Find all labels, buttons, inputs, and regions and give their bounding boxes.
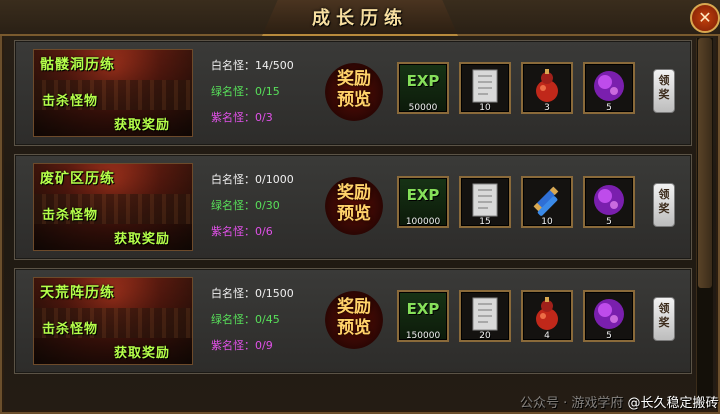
purple-monster-count: 紫名怪：0/6 [211,225,273,238]
reward-count: 50000 [408,103,438,113]
window-title: 成长历练 [312,8,408,29]
scrollbar[interactable] [696,38,713,408]
reward-slot-scroll[interactable]: 15 [459,176,511,228]
trial-banner: 骷髅洞历练 击杀怪物 获取奖励 [33,49,193,137]
purple-monster-count: 紫名怪：0/3 [211,111,273,124]
reward-slot-orb[interactable]: 5 [583,290,635,342]
reward-slot-scroll[interactable]: 20 [459,290,511,342]
trial-banner: 天荒阵历练 击杀怪物 获取奖励 [33,277,193,365]
reward-preview-label: 奖励 预览 [337,183,371,224]
trial-kill-text: 击杀怪物 [42,94,99,109]
exp-icon: EXP [406,186,440,204]
trial-kill-text: 击杀怪物 [42,322,99,337]
trial-row-2: 废矿区历练 击杀怪物 获取奖励 白名怪：0/1000 绿名怪：0/30 紫名怪：… [14,154,692,260]
reward-slot-orb[interactable]: 5 [583,62,635,114]
watermark: 公众号 · 游戏学府 @长久稳定搬砖 [520,392,720,411]
growth-trial-window: 成长历练 ✕ 骷髅洞历练 击杀怪物 获取奖励 白名怪：14/500 绿名怪：0/… [0,0,720,414]
title-bar: 成长历练 ✕ [0,0,720,36]
scrollbar-thumb[interactable] [698,38,712,288]
claim-reward-button[interactable]: 领奖 [653,183,675,227]
reward-count: 4 [544,331,550,341]
purple-monster-count: 紫名怪：0/9 [211,339,273,352]
reward-preview-button[interactable]: 奖励 预览 [325,177,383,235]
reward-slot-potion[interactable]: 3 [521,62,573,114]
white-monster-count: 白名怪：0/1000 [211,173,294,186]
reward-slot-potion[interactable]: 4 [521,290,573,342]
exp-icon: EXP [406,72,440,90]
trial-reward-text: 获取奖励 [114,118,171,133]
reward-count: 150000 [405,331,441,341]
exp-icon: EXP [406,300,440,318]
reward-slot-exp[interactable]: EXP 100000 [397,176,449,228]
claim-reward-button[interactable]: 领奖 [653,297,675,341]
trial-name: 骷髅洞历练 [40,57,115,73]
reward-count: 5 [606,103,612,113]
watermark-account: 公众号 · 游戏学府 [520,396,624,411]
green-monster-count: 绿名怪：0/15 [211,85,280,98]
reward-count: 3 [544,103,550,113]
trial-row-3: 天荒阵历练 击杀怪物 获取奖励 白名怪：0/1500 绿名怪：0/45 紫名怪：… [14,268,692,374]
green-monster-count: 绿名怪：0/45 [211,313,280,326]
close-button[interactable]: ✕ [690,3,720,33]
reward-count: 10 [479,103,491,113]
green-monster-count: 绿名怪：0/30 [211,199,280,212]
reward-slot-orb[interactable]: 5 [583,176,635,228]
trial-name: 天荒阵历练 [40,285,115,301]
reward-count: 5 [606,331,612,341]
trial-name: 废矿区历练 [40,171,115,187]
reward-count: 5 [606,217,612,227]
reward-slot-exp[interactable]: EXP 50000 [397,62,449,114]
reward-slot-scroll[interactable]: 10 [459,62,511,114]
trial-row-1: 骷髅洞历练 击杀怪物 获取奖励 白名怪：14/500 绿名怪：0/15 紫名怪：… [14,40,692,146]
trial-reward-text: 获取奖励 [114,232,171,247]
reward-preview-button[interactable]: 奖励 预览 [325,291,383,349]
trial-reward-text: 获取奖励 [114,346,171,361]
reward-count: 20 [479,331,491,341]
reward-preview-label: 奖励 预览 [337,69,371,110]
claim-reward-button[interactable]: 领奖 [653,69,675,113]
white-monster-count: 白名怪：14/500 [211,59,294,72]
reward-preview-button[interactable]: 奖励 预览 [325,63,383,121]
trial-kill-text: 击杀怪物 [42,208,99,223]
white-monster-count: 白名怪：0/1500 [211,287,294,300]
reward-count: 100000 [405,217,441,227]
reward-count: 10 [541,217,553,227]
reward-count: 15 [479,217,491,227]
watermark-author: @长久稳定搬砖 [627,396,719,411]
reward-slot-exp[interactable]: EXP 150000 [397,290,449,342]
trial-banner: 废矿区历练 击杀怪物 获取奖励 [33,163,193,251]
reward-preview-label: 奖励 预览 [337,297,371,338]
reward-slot-rune-tube[interactable]: 10 [521,176,573,228]
